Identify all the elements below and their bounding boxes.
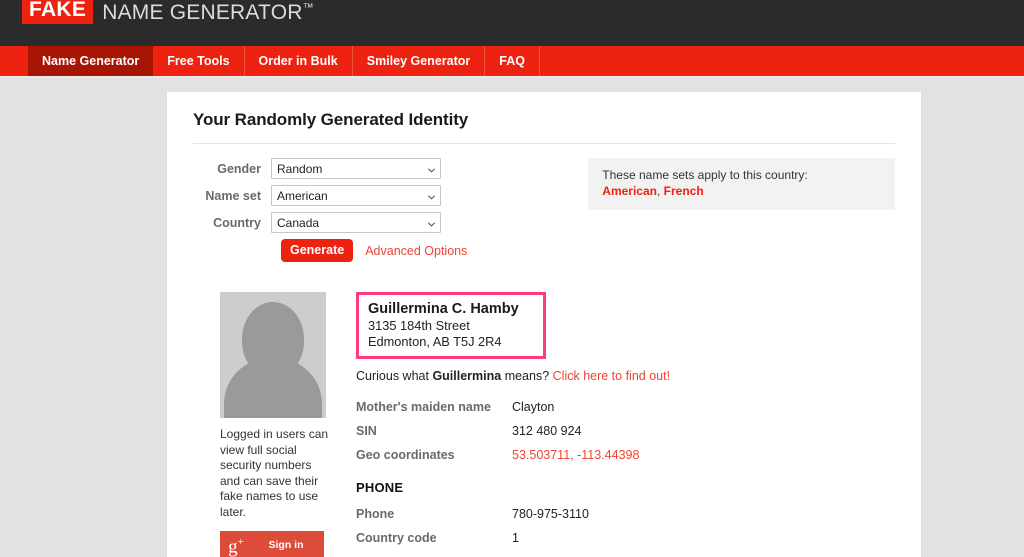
table-row: Phone 780-975-3110 (356, 507, 589, 531)
detail-value-geo-coordinates[interactable]: 53.503711, -113.44398 (512, 448, 639, 472)
name-meaning-prompt: Curious what Guillermina means? Click he… (356, 369, 895, 383)
curious-pre-text: Curious what (356, 369, 433, 383)
detail-value-sin: 312 480 924 (512, 424, 582, 438)
sign-in-label: Sign in (268, 539, 304, 551)
page-body: Your Randomly Generated Identity Gender … (0, 78, 1024, 557)
table-row: Geo coordinates 53.503711, -113.44398 (356, 448, 639, 472)
identity-sidebar: Logged in users can view full social sec… (220, 292, 330, 557)
curious-post-text: means? (501, 369, 553, 383)
name-meaning-link[interactable]: Click here to find out! (553, 369, 670, 383)
generate-button[interactable]: Generate (281, 239, 354, 262)
logo-trademark-icon: ™ (302, 2, 314, 14)
site-logo[interactable]: FAKE NAME GENERATOR™ (22, 0, 314, 24)
identity-street: 3135 184th Street (368, 318, 470, 333)
label-country: Country (213, 215, 261, 230)
detail-value-phone: 780-975-3110 (512, 507, 589, 521)
nameset-link-american[interactable]: American (602, 184, 657, 198)
name-set-select-wrap: American (271, 185, 441, 206)
logo-badge-fake: FAKE (22, 0, 94, 24)
detail-key-phone: Phone (356, 507, 395, 521)
page-title: Your Randomly Generated Identity (193, 110, 469, 129)
logo-text: NAME GENERATOR (102, 1, 303, 24)
identity-detail-table: Mother's maiden name Clayton SIN 312 480… (356, 400, 639, 472)
form-row-country: Country Canada (193, 212, 578, 233)
address-highlight-box: Guillermina C. Hamby 3135 184th Street E… (356, 292, 546, 359)
gender-select-wrap: Random (271, 158, 441, 179)
login-promo-text: Logged in users can view full social sec… (220, 427, 329, 519)
google-plus-sign-in-button[interactable]: g+ Sign in (220, 531, 324, 557)
label-name-set: Name set (205, 188, 261, 203)
country-select-wrap: Canada (271, 212, 441, 233)
namesets-info-box: These name sets apply to this country: A… (588, 158, 895, 210)
namesets-intro-text: These name sets apply to this country: (602, 168, 808, 182)
identity-city-line: Edmonton, AB T5J 2R4 (368, 334, 502, 349)
detail-key-country-code: Country code (356, 531, 437, 545)
section-heading-phone: PHONE (356, 480, 404, 495)
nav-item-order-in-bulk[interactable]: Order in Bulk (245, 46, 353, 76)
nav-item-name-generator[interactable]: Name Generator (28, 46, 154, 76)
identity-body: Logged in users can view full social sec… (193, 292, 895, 557)
nameset-link-french[interactable]: French (664, 184, 704, 198)
form-actions: Generate Advanced Options (193, 239, 578, 262)
name-set-select[interactable]: American (271, 185, 441, 206)
google-plus-icon: g+ (228, 536, 244, 557)
avatar-shoulders-shape (224, 358, 322, 418)
nameset-separator: , (657, 184, 664, 198)
identity-name: Guillermina C. Hamby (368, 301, 519, 317)
country-select[interactable]: Canada (271, 212, 441, 233)
avatar (220, 292, 326, 418)
table-row: Country code 1 (356, 531, 589, 555)
generator-form-area: Gender Random Name set American Country … (193, 158, 895, 262)
detail-value-country-code: 1 (512, 531, 519, 545)
table-row: Mother's maiden name Clayton (356, 400, 639, 424)
logo-wordmark: NAME GENERATOR™ (102, 0, 313, 24)
advanced-options-link[interactable]: Advanced Options (365, 244, 467, 258)
main-navigation: Name Generator Free Tools Order in Bulk … (0, 46, 1024, 78)
identity-card: Your Randomly Generated Identity Gender … (167, 92, 921, 557)
nav-item-faq[interactable]: FAQ (485, 46, 540, 76)
curious-name-text: Guillermina (432, 369, 502, 383)
namesets-links: American, French (602, 183, 883, 199)
nav-item-smiley-generator[interactable]: Smiley Generator (353, 46, 486, 76)
detail-key-geo-coordinates: Geo coordinates (356, 448, 455, 462)
detail-key-sin: SIN (356, 424, 377, 438)
table-row: SIN 312 480 924 (356, 424, 639, 448)
title-divider (193, 143, 895, 144)
detail-value-mothers-maiden-name: Clayton (512, 400, 555, 414)
nav-item-free-tools[interactable]: Free Tools (153, 46, 245, 76)
form-row-gender: Gender Random (193, 158, 578, 179)
detail-key-mothers-maiden-name: Mother's maiden name (356, 400, 491, 414)
generator-form: Gender Random Name set American Country … (193, 158, 578, 262)
nav-filler (540, 46, 1024, 76)
form-row-name-set: Name set American (193, 185, 578, 206)
label-gender: Gender (217, 161, 261, 176)
site-header: FAKE NAME GENERATOR™ (0, 0, 1024, 46)
gender-select[interactable]: Random (271, 158, 441, 179)
identity-details: Guillermina C. Hamby 3135 184th Street E… (356, 292, 895, 557)
phone-detail-table: Phone 780-975-3110 Country code 1 (356, 507, 589, 555)
